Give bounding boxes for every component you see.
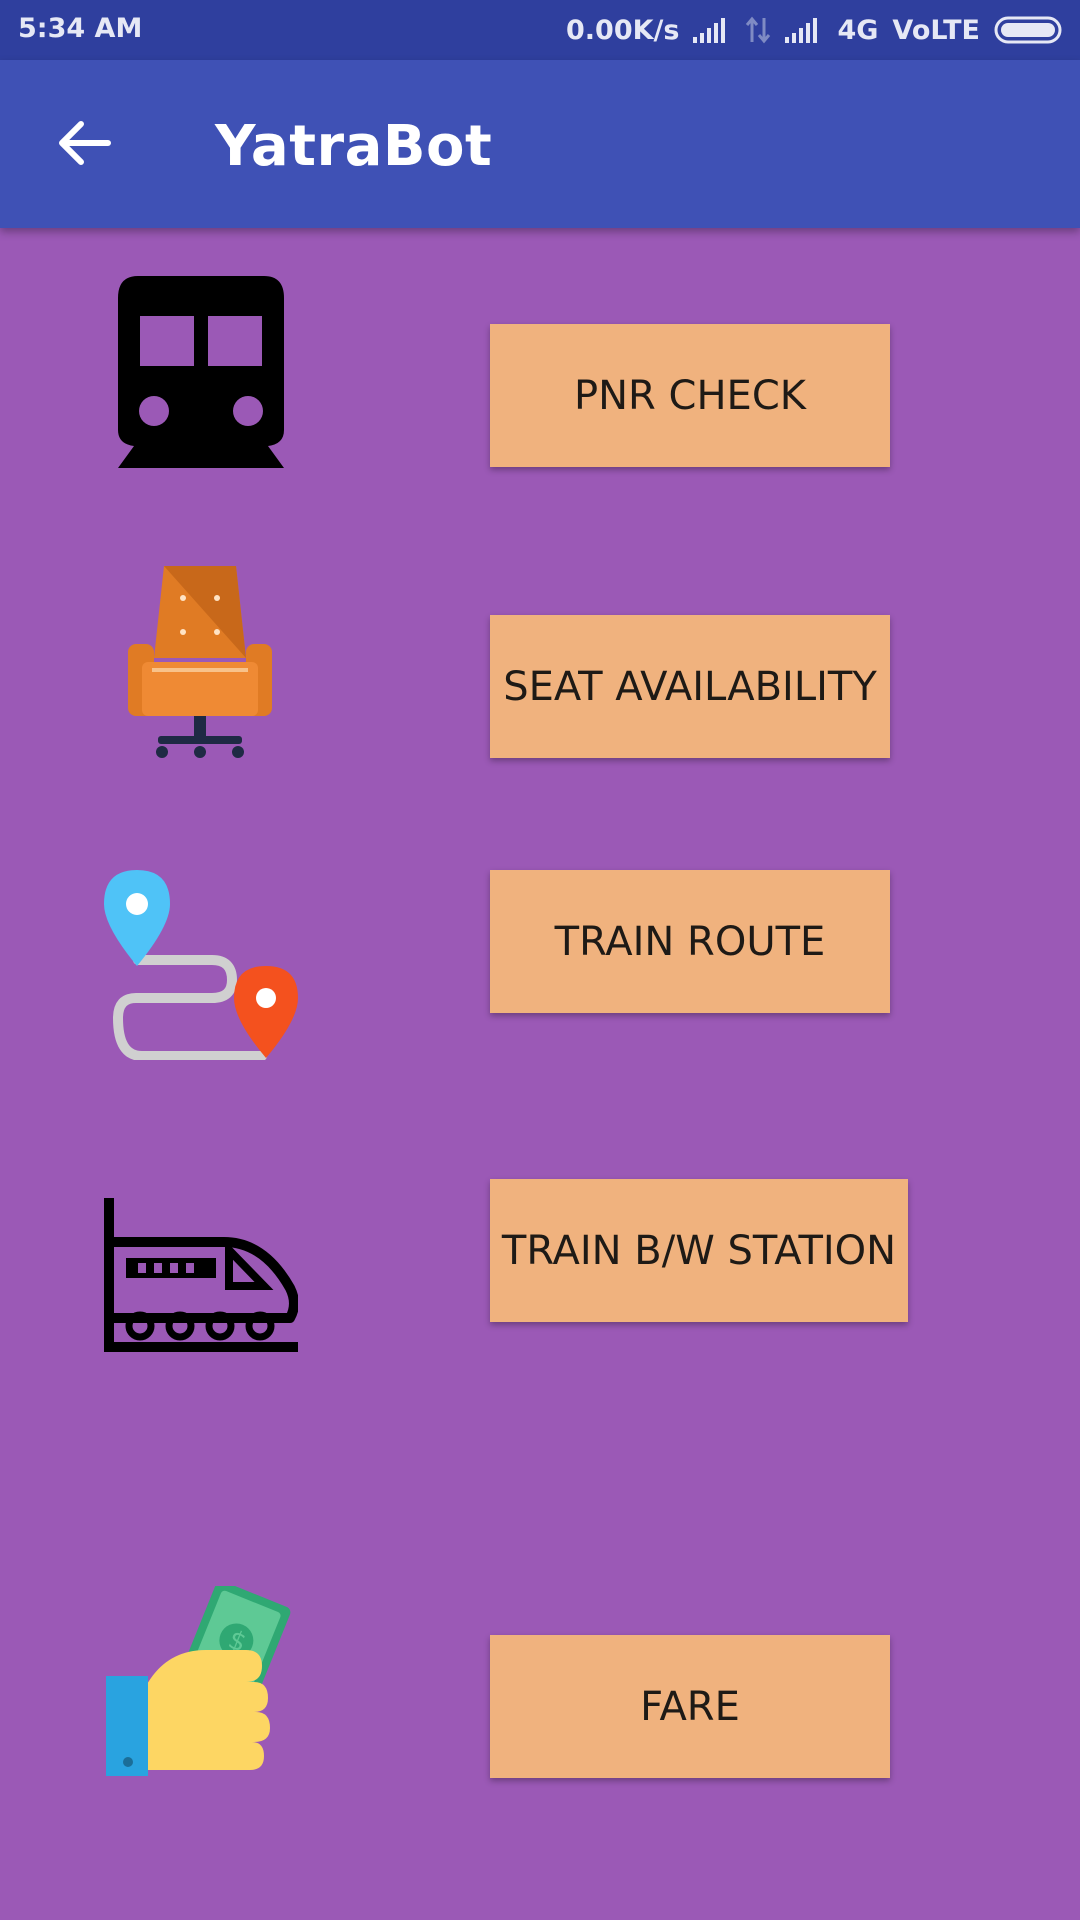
seat-availability-label: SEAT AVAILABILITY — [503, 663, 877, 710]
pnr-check-label: PNR CHECK — [574, 372, 806, 419]
pnr-check-button[interactable]: PNR CHECK — [490, 324, 890, 467]
status-right-group: 0.00K/s 4G VoLTE — [552, 10, 1066, 50]
app-title: YatraBot — [215, 114, 493, 179]
route-map-icon — [102, 870, 302, 1061]
data-arrows-icon — [745, 16, 771, 44]
net-speed: 0.00K/s — [565, 14, 680, 46]
train-between-station-button[interactable]: TRAIN B/W STATION — [490, 1179, 908, 1322]
battery-icon — [994, 16, 1066, 44]
fare-label: FARE — [640, 1683, 740, 1730]
train-between-station-label: TRAIN B/W STATION — [501, 1227, 897, 1274]
status-time: 5:34 AM — [18, 13, 143, 44]
app-bar: YatraBot — [0, 60, 1080, 228]
seat-chair-icon — [128, 566, 272, 760]
arrow-left-icon — [59, 121, 111, 165]
fare-button[interactable]: FARE — [490, 1635, 890, 1778]
money-hand-icon: $ — [106, 1580, 296, 1780]
network-type: 4G — [837, 14, 879, 46]
status-bar: 5:34 AM 0.00K/s 4G VoLTE — [0, 0, 1080, 60]
bullet-train-icon — [104, 1198, 299, 1352]
signal-icon — [785, 17, 823, 43]
volte-label: VoLTE — [892, 14, 980, 46]
signal-icon — [693, 17, 731, 43]
train-route-label: TRAIN ROUTE — [554, 918, 826, 965]
train-route-button[interactable]: TRAIN ROUTE — [490, 870, 890, 1013]
train-front-icon — [118, 276, 284, 468]
seat-availability-button[interactable]: SEAT AVAILABILITY — [490, 615, 890, 758]
back-button[interactable] — [52, 112, 114, 174]
